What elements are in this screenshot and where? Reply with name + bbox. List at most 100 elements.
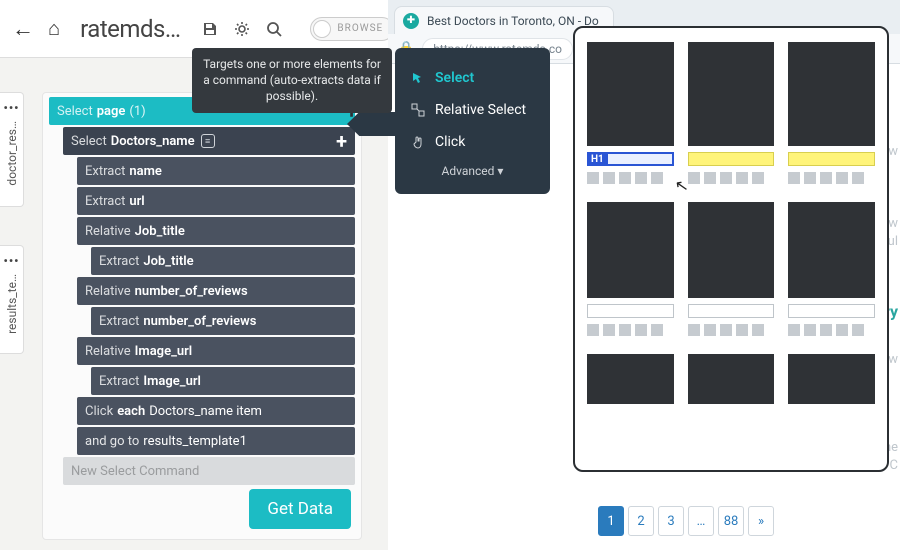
menu-item-click[interactable]: Click: [409, 126, 536, 158]
extract-url-row[interactable]: Extract url: [77, 187, 355, 215]
page-3[interactable]: 3: [658, 506, 684, 536]
gear-icon[interactable]: [234, 21, 250, 37]
preview-image: [688, 202, 775, 298]
preview-image: [788, 202, 875, 298]
preview-rating: [788, 324, 875, 336]
menu-label: Select: [435, 70, 474, 86]
extract-reviews-row[interactable]: Extract number_of_reviews: [91, 307, 355, 335]
select-doctors-row[interactable]: Select Doctors_name ≡ +: [63, 127, 355, 155]
preview-image: [788, 42, 875, 146]
list-icon: ≡: [201, 134, 215, 148]
template-tabs: ••• doctor_res… ••• results_te…: [0, 92, 24, 354]
cmd-target: Job_title: [143, 254, 193, 269]
cmd-keyword: Click: [85, 404, 113, 419]
preview-image: [688, 42, 775, 146]
menu-label: Click: [435, 134, 465, 150]
project-title: ratemds…: [80, 15, 180, 43]
cmd-keyword: Extract: [99, 374, 139, 389]
toolbar-nav: ← ⌂ ratemds… BROWSE: [12, 15, 394, 43]
preview-card[interactable]: [788, 354, 875, 404]
browse-label: BROWSE: [337, 23, 383, 34]
dom-preview-overlay: H1 ↖: [573, 26, 889, 472]
preview-rating: [688, 324, 775, 336]
cmd-keyword: Extract: [99, 314, 139, 329]
preview-title-bar: [788, 304, 875, 318]
command-panel: Select page (1) + Select Doctors_name ≡ …: [42, 92, 362, 540]
cmd-target: name: [129, 164, 162, 179]
preview-image: [587, 202, 674, 298]
cursor-icon: [411, 71, 425, 85]
tooltip: Targets one or more elements for a comma…: [192, 48, 392, 113]
home-icon[interactable]: ⌂: [48, 16, 60, 41]
preview-rating: [587, 172, 674, 184]
page-88[interactable]: 88: [718, 506, 744, 536]
cmd-target: results_template1: [143, 434, 247, 449]
menu-advanced[interactable]: Advanced ▾: [409, 164, 536, 178]
preview-rating: [688, 172, 775, 184]
preview-image: [587, 354, 674, 404]
plus-icon[interactable]: +: [336, 129, 347, 153]
menu-label: Relative Select: [435, 102, 526, 118]
cmd-each: each: [117, 404, 145, 419]
command-menu: Select Relative Select Click Advanced ▾: [395, 48, 550, 194]
extract-name-row[interactable]: Extract name: [77, 157, 355, 185]
back-icon[interactable]: ←: [12, 16, 34, 42]
extract-jobtitle-row[interactable]: Extract Job_title: [91, 247, 355, 275]
template-tab-2[interactable]: ••• results_te…: [0, 245, 24, 355]
preview-card[interactable]: [788, 202, 875, 336]
ellipsis-icon: •••: [4, 101, 20, 115]
cmd-target: number_of_reviews: [135, 284, 248, 299]
preview-card[interactable]: [587, 354, 674, 404]
element-tag-badge: H1: [587, 153, 608, 166]
template-tab-label: doctor_res…: [5, 121, 19, 186]
browse-toggle[interactable]: BROWSE: [310, 17, 394, 41]
cmd-target: Doctors_name: [111, 134, 195, 149]
preview-card[interactable]: [587, 202, 674, 336]
preview-title-bar: [688, 304, 775, 318]
tooltip-text: Targets one or more elements for a comma…: [203, 57, 381, 103]
favicon: ✚: [403, 13, 419, 29]
page-2[interactable]: 2: [628, 506, 654, 536]
relative-jobtitle-row[interactable]: Relative Job_title: [77, 217, 355, 245]
preview-rating: [788, 172, 875, 184]
get-data-button[interactable]: Get Data: [249, 489, 351, 529]
preview-card[interactable]: [788, 42, 875, 184]
menu-item-select[interactable]: Select: [409, 62, 536, 94]
preview-title-bar-highlight: [688, 152, 775, 166]
cmd-target: number_of_reviews: [143, 314, 256, 329]
cmd-target: Image_url: [143, 374, 201, 389]
cmd-keyword: and go to: [85, 434, 139, 449]
preview-card[interactable]: [688, 354, 775, 404]
preview-rating: [587, 324, 674, 336]
preview-title-bar-highlight: [788, 152, 875, 166]
menu-item-relative-select[interactable]: Relative Select: [409, 94, 536, 126]
preview-card[interactable]: [688, 202, 775, 336]
new-command-row[interactable]: New Select Command: [63, 457, 355, 485]
cmd-keyword: Extract: [85, 194, 125, 209]
cmd-target: url: [129, 194, 144, 209]
new-command-label: New Select Command: [71, 464, 199, 479]
relative-imageurl-row[interactable]: Relative Image_url: [77, 337, 355, 365]
page-1[interactable]: 1: [598, 506, 624, 536]
click-each-row[interactable]: Click each Doctors_name item: [77, 397, 355, 425]
cmd-target: Image_url: [135, 344, 193, 359]
goto-row[interactable]: and go to results_template1: [77, 427, 355, 455]
template-tab-label: results_te…: [5, 274, 19, 334]
preview-title-bar: [587, 304, 674, 318]
chevron-down-icon: ▾: [497, 164, 503, 178]
save-icon[interactable]: [202, 21, 218, 37]
cmd-target: Job_title: [135, 224, 185, 239]
search-icon[interactable]: [266, 21, 282, 37]
cmd-keyword: Extract: [99, 254, 139, 269]
extract-imageurl-row[interactable]: Extract Image_url: [91, 367, 355, 395]
preview-image: [587, 42, 674, 146]
cmd-keyword: Relative: [85, 284, 131, 299]
relative-reviews-row[interactable]: Relative number_of_reviews: [77, 277, 355, 305]
preview-image: [788, 354, 875, 404]
preview-card[interactable]: [688, 42, 775, 184]
page-next[interactable]: »: [748, 506, 774, 536]
relative-select-icon: [411, 103, 425, 117]
cmd-target: page: [97, 104, 126, 119]
pagination: 1 2 3 … 88 »: [598, 506, 774, 536]
template-tab-1[interactable]: ••• doctor_res…: [0, 92, 24, 207]
